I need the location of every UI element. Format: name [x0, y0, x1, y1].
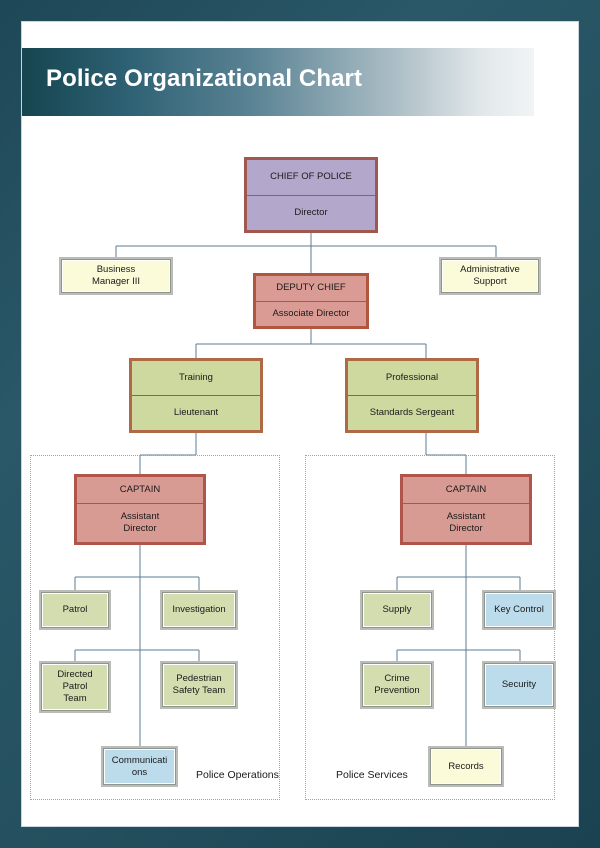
group-label-police-operations: Police Operations [196, 769, 279, 781]
node-title: CAPTAIN [445, 484, 487, 496]
node-title: Investigation [172, 604, 226, 616]
node-captain-operations[interactable]: CAPTAIN Assistant Director [74, 474, 206, 545]
node-title: Patrol [62, 604, 88, 616]
group-label-police-services: Police Services [336, 769, 408, 781]
node-title: Security [501, 679, 537, 691]
node-title: Business Manager III [91, 264, 141, 287]
node-records[interactable]: Records [428, 746, 504, 787]
node-crime-prevention[interactable]: Crime Prevention [360, 661, 434, 709]
node-title: Communicati ons [111, 754, 168, 778]
node-training[interactable]: Training Lieutenant [129, 358, 263, 433]
node-administrative-support[interactable]: Administrative Support [439, 257, 541, 295]
node-role: Director [247, 194, 375, 231]
node-title: CHIEF OF POLICE [270, 171, 352, 183]
node-role: Assistant Director [403, 503, 529, 542]
node-key-control[interactable]: Key Control [482, 590, 556, 630]
node-directed-patrol-team[interactable]: Directed Patrol Team [39, 661, 111, 713]
node-chief-of-police[interactable]: CHIEF OF POLICE Director [244, 157, 378, 233]
node-patrol[interactable]: Patrol [39, 590, 111, 630]
node-title: DEPUTY CHIEF [276, 282, 346, 294]
node-role: Standards Sergeant [348, 395, 476, 430]
node-security[interactable]: Security [482, 661, 556, 709]
node-title: Training [179, 372, 213, 384]
node-role: Associate Director [256, 300, 366, 327]
node-title: Directed Patrol Team [57, 669, 93, 704]
node-captain-services[interactable]: CAPTAIN Assistant Director [400, 474, 532, 545]
node-communications[interactable]: Communicati ons [101, 746, 178, 787]
node-professional-standards[interactable]: Professional Standards Sergeant [345, 358, 479, 433]
node-supply[interactable]: Supply [360, 590, 434, 630]
node-title: Professional [385, 372, 439, 384]
node-title: CAPTAIN [119, 484, 161, 496]
node-title: Records [448, 760, 484, 772]
title-banner: Police Organizational Chart [22, 48, 534, 116]
node-title: Crime Prevention [374, 673, 420, 696]
node-role: Lieutenant [132, 395, 260, 430]
node-pedestrian-safety-team[interactable]: Pedestrian Safety Team [160, 661, 238, 709]
node-title: Supply [382, 604, 412, 616]
node-title: Administrative Support [460, 264, 520, 287]
page-title: Police Organizational Chart [46, 65, 363, 92]
node-title: Key Control [494, 604, 544, 616]
node-role: Assistant Director [77, 503, 203, 542]
node-investigation[interactable]: Investigation [160, 590, 238, 630]
node-deputy-chief[interactable]: DEPUTY CHIEF Associate Director [253, 273, 369, 329]
node-title: Pedestrian Safety Team [172, 673, 226, 696]
page-background: Police Organizational Chart Police Opera… [0, 0, 600, 848]
node-business-manager[interactable]: Business Manager III [59, 257, 173, 295]
